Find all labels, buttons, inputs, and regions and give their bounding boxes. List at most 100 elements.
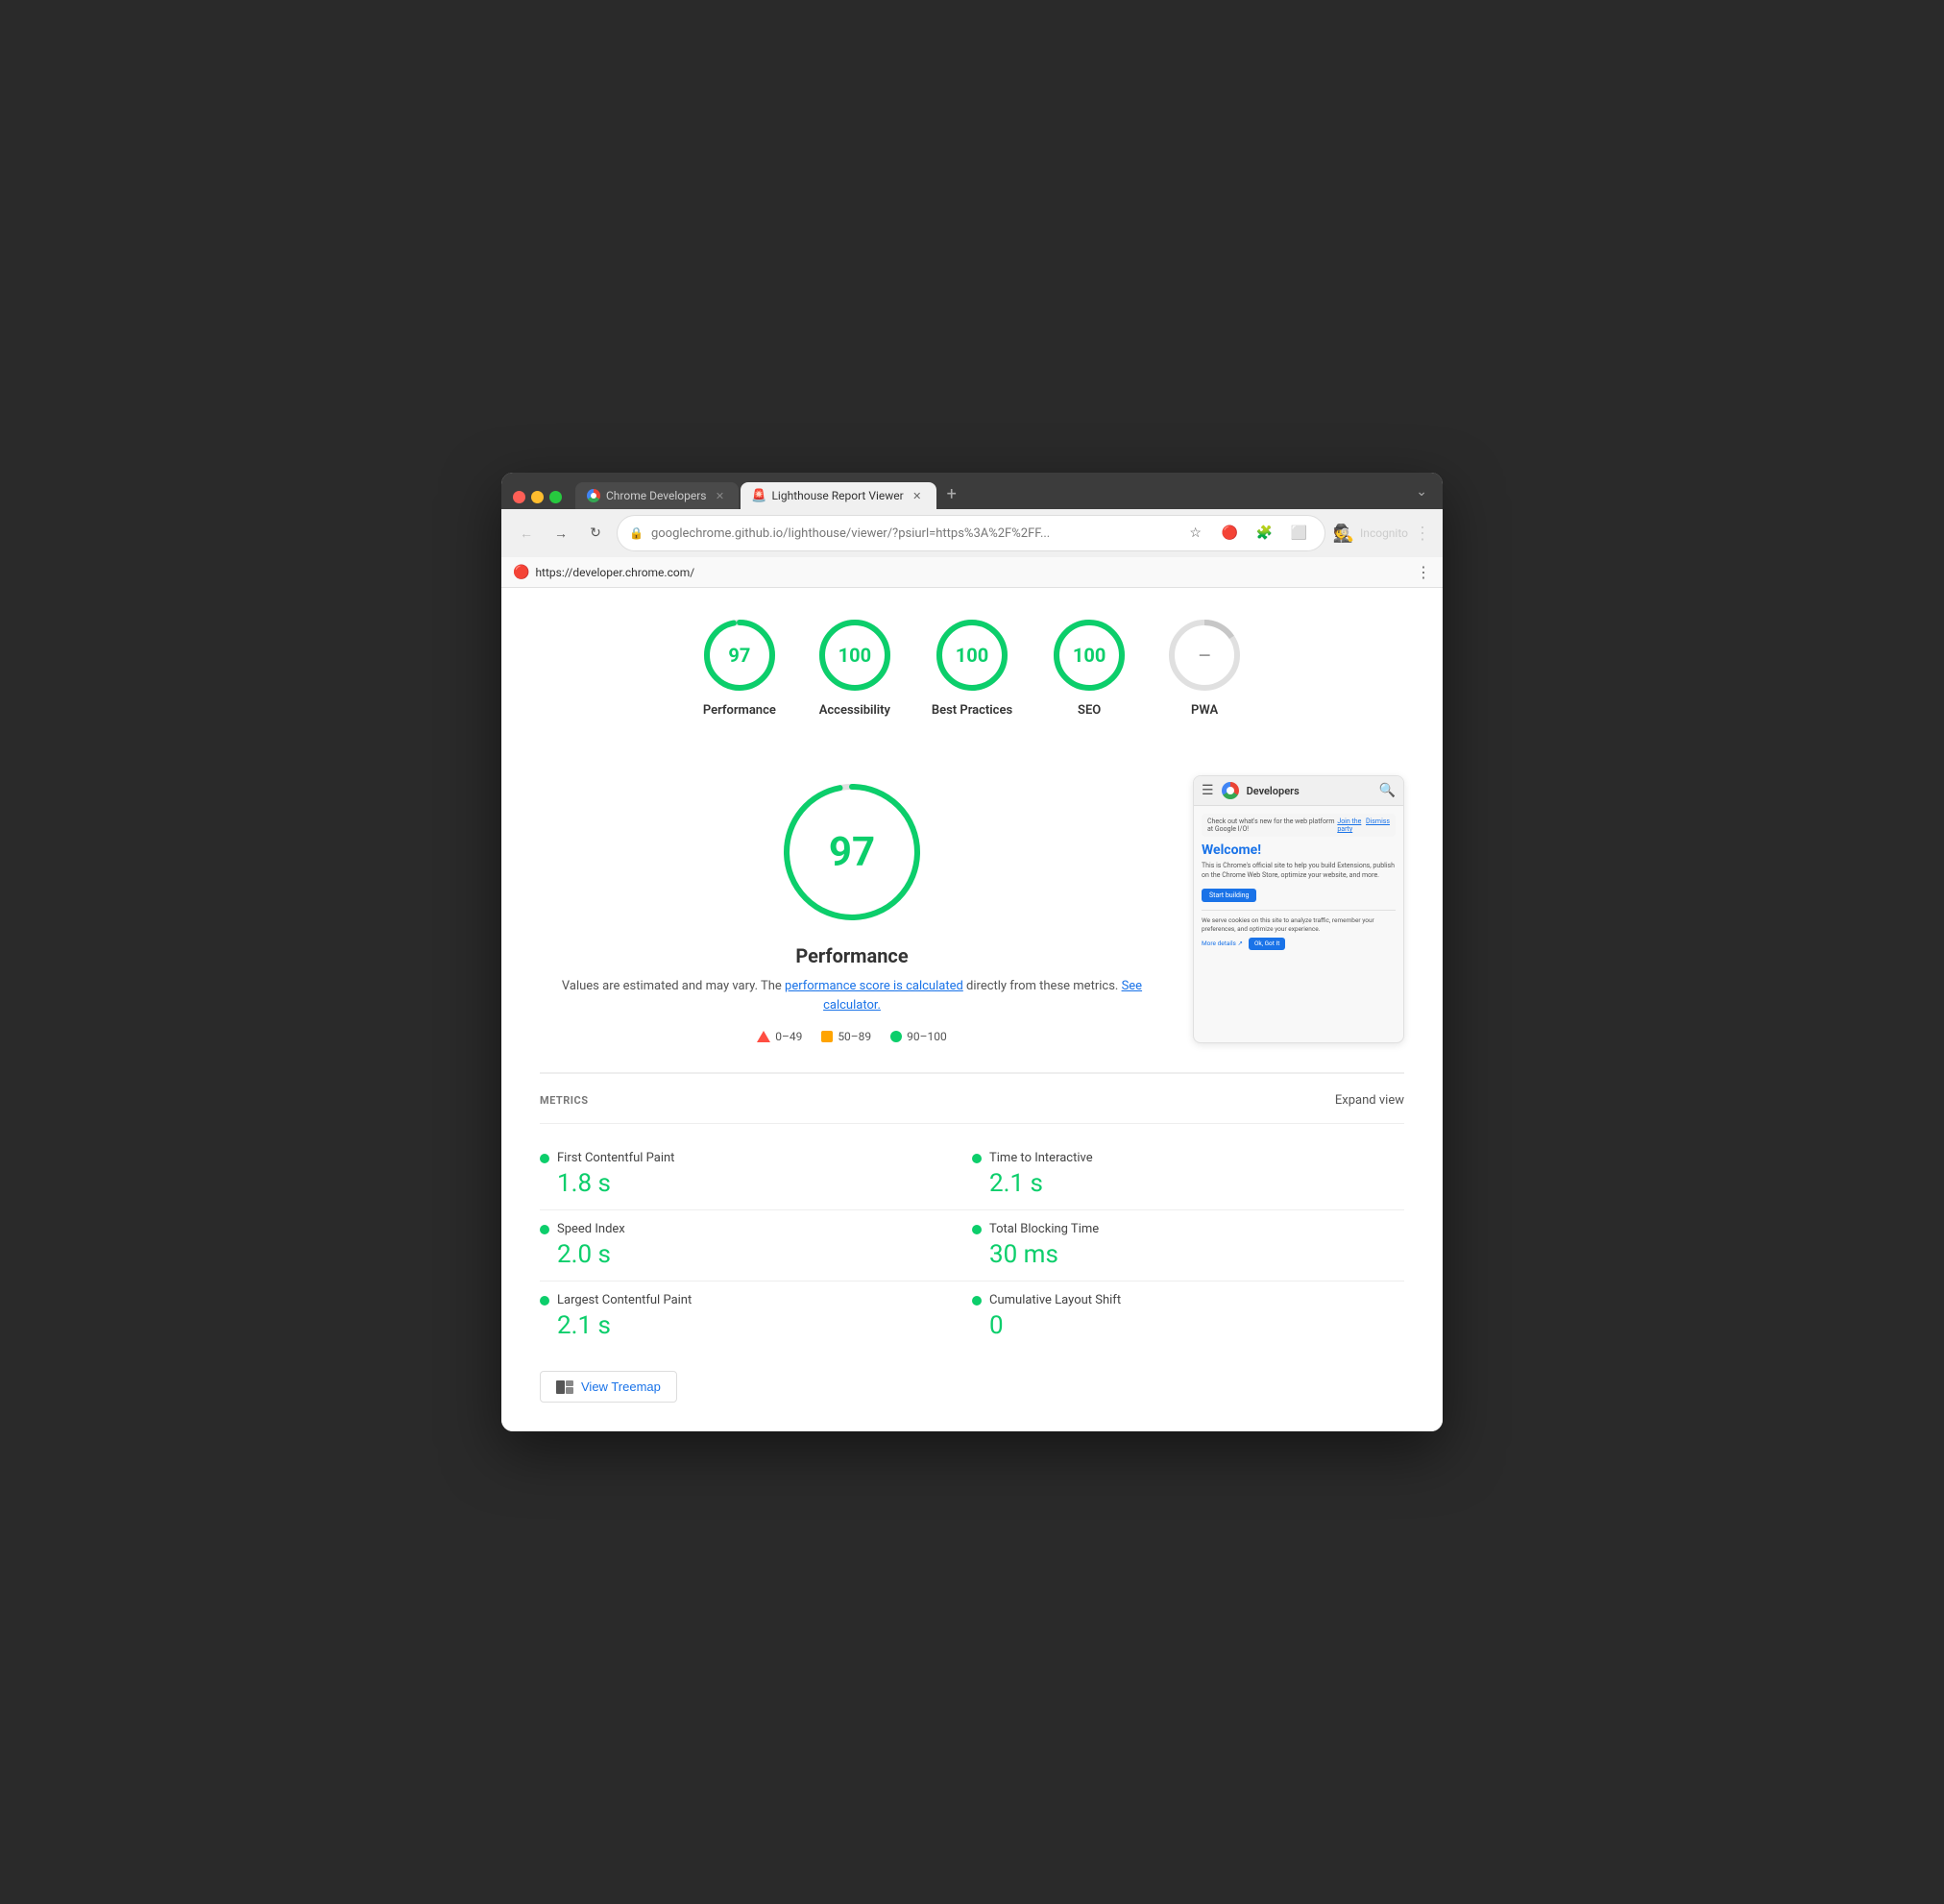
close-button[interactable] [513, 491, 525, 503]
tab-lighthouse-close[interactable]: ✕ [910, 488, 925, 503]
best-practices-score: 100 [956, 644, 988, 667]
perf-desc-text2: directly from these metrics. [963, 979, 1122, 993]
address-path: /lighthouse/viewer/?psiurl=https%3A%2F%2… [783, 526, 1050, 541]
metric-tti-label: Time to Interactive [989, 1151, 1093, 1165]
ss-cta-button[interactable]: Start building [1202, 889, 1256, 902]
pwa-label: PWA [1191, 703, 1218, 718]
ss-search-icon: 🔍 [1379, 783, 1396, 798]
metric-fcp-name-row: First Contentful Paint [540, 1151, 972, 1165]
performance-legend: 0–49 50–89 90–100 [540, 1030, 1164, 1043]
score-performance[interactable]: 97 Performance [701, 617, 778, 718]
tab-lighthouse[interactable]: 🚨 Lighthouse Report Viewer ✕ [741, 482, 936, 509]
metric-fcp-dot [540, 1154, 549, 1163]
lighthouse-tab-icon: 🚨 [752, 489, 765, 502]
incognito-label: Incognito [1360, 526, 1408, 540]
pwa-score: — [1199, 647, 1210, 665]
ss-more-details-link[interactable]: More details ↗ [1202, 940, 1243, 948]
metric-cls-dot [972, 1296, 982, 1306]
accessibility-label: Accessibility [819, 703, 890, 718]
metrics-title: METRICS [540, 1094, 588, 1107]
legend-good: 90–100 [890, 1030, 947, 1043]
ss-body-text: This is Chrome's official site to help y… [1202, 862, 1396, 881]
metric-tbt-label: Total Blocking Time [989, 1222, 1099, 1236]
extension-icon[interactable]: 🔴 [1217, 520, 1244, 547]
info-bar-menu-button[interactable]: ⋮ [1416, 563, 1431, 581]
bookmark-icon[interactable]: ☆ [1182, 520, 1209, 547]
metric-lcp: Largest Contentful Paint 2.1 s [540, 1282, 972, 1352]
legend-average-range: 50–89 [838, 1030, 871, 1043]
title-bar: Chrome Developers ✕ 🚨 Lighthouse Report … [501, 473, 1443, 557]
main-content: 97 Performance 100 Accessibility [501, 588, 1443, 1431]
metric-lcp-name-row: Largest Contentful Paint [540, 1293, 972, 1307]
score-best-practices[interactable]: 100 Best Practices [932, 617, 1012, 718]
perf-desc-text1: Values are estimated and may vary. The [562, 979, 785, 993]
ss-banner-buttons: Join the party Dismiss [1337, 818, 1390, 833]
metrics-section: METRICS Expand view First Contentful Pai… [540, 1072, 1404, 1403]
metric-tbt: Total Blocking Time 30 ms [972, 1210, 1404, 1282]
back-button[interactable]: ← [513, 520, 540, 547]
treemap-cell-3 [566, 1387, 574, 1394]
accessibility-gauge: 100 [816, 617, 893, 694]
screenshot-preview: ☰ Developers 🔍 Check out what's new for … [1193, 775, 1404, 1043]
cast-icon[interactable]: ⬜ [1286, 520, 1313, 547]
puzzle-icon[interactable]: 🧩 [1251, 520, 1278, 547]
average-icon [821, 1031, 833, 1042]
screenshot-body: Check out what's new for the web platfor… [1194, 806, 1403, 964]
metric-cls: Cumulative Layout Shift 0 [972, 1282, 1404, 1352]
traffic-lights [513, 491, 573, 509]
expand-view-button[interactable]: Expand view [1335, 1093, 1404, 1108]
performance-section-title: Performance [540, 944, 1164, 967]
metric-cls-name-row: Cumulative Layout Shift [972, 1293, 1404, 1307]
metric-lcp-dot [540, 1296, 549, 1306]
tab-menu-button[interactable]: ⌄ [1412, 480, 1431, 503]
seo-score: 100 [1073, 644, 1106, 667]
new-tab-button[interactable]: + [938, 482, 965, 509]
address-text: googlechrome.github.io/lighthouse/viewer… [651, 526, 1175, 541]
incognito-area: 🕵 Incognito ⋮ [1333, 524, 1431, 544]
best-practices-label: Best Practices [932, 703, 1012, 718]
tab-end-area: ⌄ [967, 480, 1431, 509]
ss-ok-button[interactable]: Ok, Got It [1249, 938, 1285, 950]
browser-menu-button[interactable]: ⋮ [1414, 524, 1431, 544]
tab-chrome-developers-close[interactable]: ✕ [712, 488, 727, 503]
big-performance-score: 97 [829, 829, 875, 876]
ss-hamburger-icon: ☰ [1202, 783, 1214, 798]
score-pwa[interactable]: — PWA [1166, 617, 1243, 718]
tab-chrome-developers[interactable]: Chrome Developers ✕ [575, 482, 739, 509]
performance-left: 97 Performance Values are estimated and … [540, 775, 1164, 1043]
score-accessibility[interactable]: 100 Accessibility [816, 617, 893, 718]
metric-tti-dot [972, 1154, 982, 1163]
metrics-divider [540, 1123, 1404, 1124]
good-icon [890, 1031, 902, 1042]
seo-gauge: 100 [1051, 617, 1128, 694]
accessibility-score: 100 [838, 644, 871, 667]
view-treemap-button[interactable]: View Treemap [540, 1371, 677, 1403]
ss-dismiss-link[interactable]: Dismiss [1366, 818, 1390, 833]
lock-icon: 🔒 [629, 526, 644, 540]
ss-join-party-link[interactable]: Join the party [1337, 818, 1362, 833]
metric-si-dot [540, 1225, 549, 1234]
tab-lighthouse-label: Lighthouse Report Viewer [771, 489, 903, 502]
forward-button[interactable]: → [547, 520, 574, 547]
ss-cookie-buttons: More details ↗ Ok, Got It [1202, 938, 1396, 950]
performance-label: Performance [703, 703, 776, 718]
performance-description: Values are estimated and may vary. The p… [540, 977, 1164, 1014]
ss-banner-text: Check out what's new for the web platfor… [1207, 818, 1337, 833]
score-seo[interactable]: 100 SEO [1051, 617, 1128, 718]
maximize-button[interactable] [549, 491, 562, 503]
legend-poor: 0–49 [757, 1030, 802, 1043]
info-bar-url: https://developer.chrome.com/ [535, 566, 694, 579]
scores-row: 97 Performance 100 Accessibility [540, 617, 1404, 737]
minimize-button[interactable] [531, 491, 544, 503]
metric-si-value: 2.0 s [557, 1240, 972, 1269]
address-bar[interactable]: 🔒 googlechrome.github.io/lighthouse/view… [617, 515, 1325, 551]
metric-tbt-value: 30 ms [989, 1240, 1404, 1269]
metric-fcp: First Contentful Paint 1.8 s [540, 1139, 972, 1210]
best-practices-gauge: 100 [934, 617, 1010, 694]
reload-button[interactable]: ↻ [582, 520, 609, 547]
metric-lcp-label: Largest Contentful Paint [557, 1293, 692, 1307]
perf-score-link[interactable]: performance score is calculated [785, 979, 963, 993]
ss-chrome-logo [1222, 782, 1239, 799]
metric-tti-name-row: Time to Interactive [972, 1151, 1404, 1165]
ss-cookie-text: We serve cookies on this site to analyze… [1202, 916, 1396, 934]
